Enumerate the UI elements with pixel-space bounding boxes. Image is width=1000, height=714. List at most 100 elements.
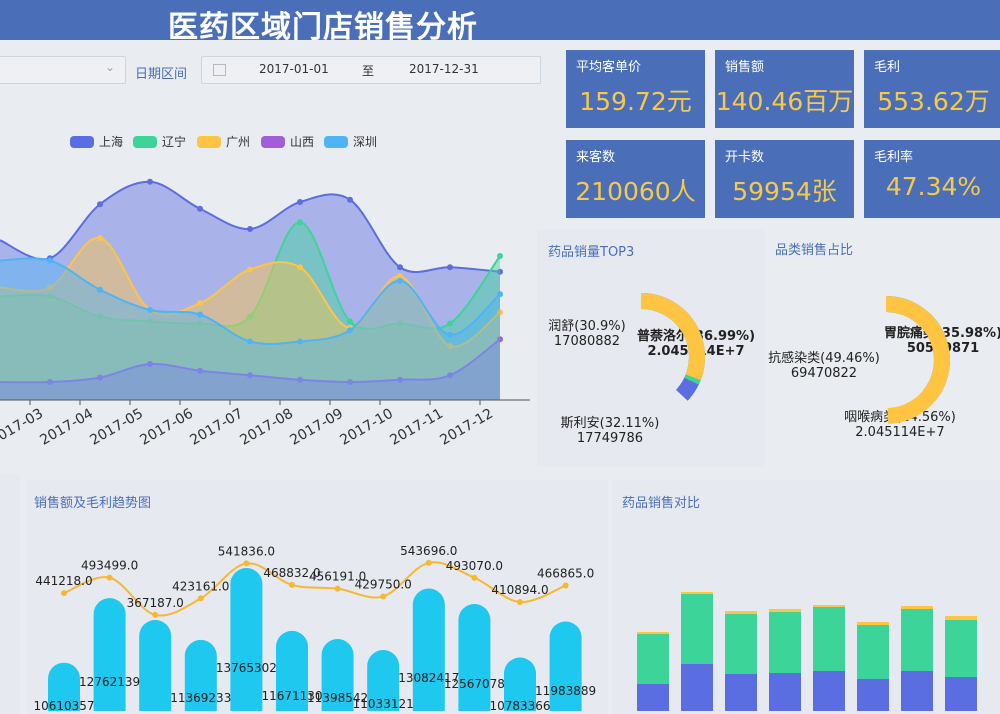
stack-segment (725, 611, 757, 614)
kpi-value: 553.62万 (877, 87, 990, 116)
region-select[interactable]: ⌄ (0, 56, 126, 84)
legend-label: 深圳 (353, 135, 377, 149)
profit-label: 466865.0 (537, 566, 594, 580)
date-range-picker[interactable]: 2017-01-01 至 2017-12-31 (201, 56, 541, 84)
legend-swatch (197, 136, 221, 148)
profit-point (471, 574, 478, 581)
slice-label: 润舒(30.9%) (548, 319, 625, 334)
kpi-value: 140.46百万 (715, 87, 854, 116)
data-point (347, 318, 353, 325)
sales-label: 11983889 (535, 684, 596, 698)
legend-swatch (133, 136, 157, 148)
donut-slice (886, 296, 950, 424)
profit-point (334, 585, 341, 592)
kpi-visitors: 来客数 210060人 (566, 140, 705, 218)
data-point (347, 327, 353, 334)
calendar-icon (213, 64, 226, 76)
data-point (497, 291, 503, 298)
sales-trend-chart: 441218.0493499.0 367187.0 423161.0 541836.0… (33, 544, 596, 711)
data-point (347, 196, 353, 203)
kpi-value: 59954张 (732, 177, 837, 206)
data-point (297, 264, 303, 271)
slice-label: 斯利安(32.11%) (561, 416, 660, 431)
data-point (47, 257, 53, 264)
legend-label: 辽宁 (162, 134, 186, 149)
slice-label: 抗感染类(49.46%) (768, 350, 880, 366)
profit-label: 493499.0 (81, 559, 138, 573)
kpi-label: 销售额 (725, 60, 765, 75)
stack-segment (857, 679, 889, 711)
sales-bar (412, 588, 445, 711)
sales-label: 10610357 (33, 699, 94, 711)
data-point (397, 264, 403, 271)
date-separator: 至 (362, 64, 375, 78)
page-title: 医药区域门店销售分析 (168, 10, 478, 45)
stack-segment (637, 632, 669, 634)
stack-segment (769, 609, 801, 612)
slice-value: 69470822 (791, 366, 857, 381)
top3-title: 药品销量TOP3 (548, 245, 635, 260)
data-point (197, 205, 203, 212)
data-point (97, 235, 103, 241)
profit-point (380, 593, 387, 600)
data-point (147, 307, 153, 313)
data-point (97, 286, 103, 293)
date-range-label: 日期区间 (135, 67, 188, 82)
data-point (447, 320, 453, 327)
stack-segment (813, 607, 845, 671)
data-point (297, 199, 303, 205)
top3-donut-chart: 普萘洛尔(36.99%)2.045114E+7斯利安(32.11%)177497… (548, 293, 755, 446)
legend-swatch (324, 136, 348, 148)
x-tick-label: 2017-07 (187, 406, 246, 449)
drug-compare-chart (637, 592, 977, 711)
sales-label: 12762139 (79, 675, 140, 689)
slice-value: 17080882 (554, 334, 620, 349)
profit-point (106, 574, 113, 581)
sales-label: 11033121 (353, 697, 414, 711)
profit-label: 367187.0 (127, 596, 184, 610)
data-point (197, 300, 203, 307)
data-point (97, 201, 103, 208)
date-to[interactable]: 2017-12-31 (409, 62, 479, 76)
kpi-label: 来客数 (576, 150, 616, 165)
kpi-sales: 销售额 140.46百万 (715, 50, 854, 128)
stack-segment (769, 612, 801, 673)
kpi-label: 开卡数 (725, 150, 765, 165)
data-point (197, 311, 203, 318)
stack-segment (637, 684, 669, 711)
data-point (447, 264, 453, 271)
kpi-value: 47.34% (885, 172, 982, 201)
category-title: 品类销售占比 (775, 243, 854, 258)
data-point (247, 266, 253, 273)
stack-segment (813, 605, 845, 607)
data-point (247, 226, 253, 232)
stack-segment (681, 594, 713, 664)
legend-swatch (261, 136, 285, 148)
legend-label: 上海 (99, 134, 123, 149)
stack-segment (901, 671, 933, 711)
legend-label: 山西 (290, 135, 314, 149)
data-point (397, 277, 403, 284)
sales-bar (458, 603, 491, 711)
data-point (297, 338, 303, 345)
stack-segment (637, 634, 669, 684)
x-tick-label: 2017-03 (0, 406, 46, 449)
kpi-value: 159.72元 (579, 87, 692, 116)
stack-segment (901, 606, 933, 609)
data-point (297, 219, 303, 226)
stack-segment (681, 664, 713, 711)
sales-label: 13765302 (216, 661, 277, 675)
stack-segment (857, 622, 889, 625)
x-tick-label: 2017-08 (237, 406, 296, 449)
sales-bar (139, 620, 172, 711)
x-tick-label: 2017-10 (337, 406, 396, 449)
data-point (497, 253, 503, 259)
stack-segment (945, 616, 977, 620)
kpi-avg-price: 平均客单价 159.72元 (566, 50, 705, 128)
region-area-chart: 上海 辽宁 广州 山西 深圳 2017-032017-042017-052017-062… (0, 134, 530, 449)
sales-label: 10783366 (489, 699, 550, 711)
date-from[interactable]: 2017-01-01 (259, 62, 329, 76)
data-point (247, 338, 253, 345)
profit-point (517, 599, 523, 606)
sales-trend-title: 销售额及毛利趋势图 (34, 496, 152, 511)
